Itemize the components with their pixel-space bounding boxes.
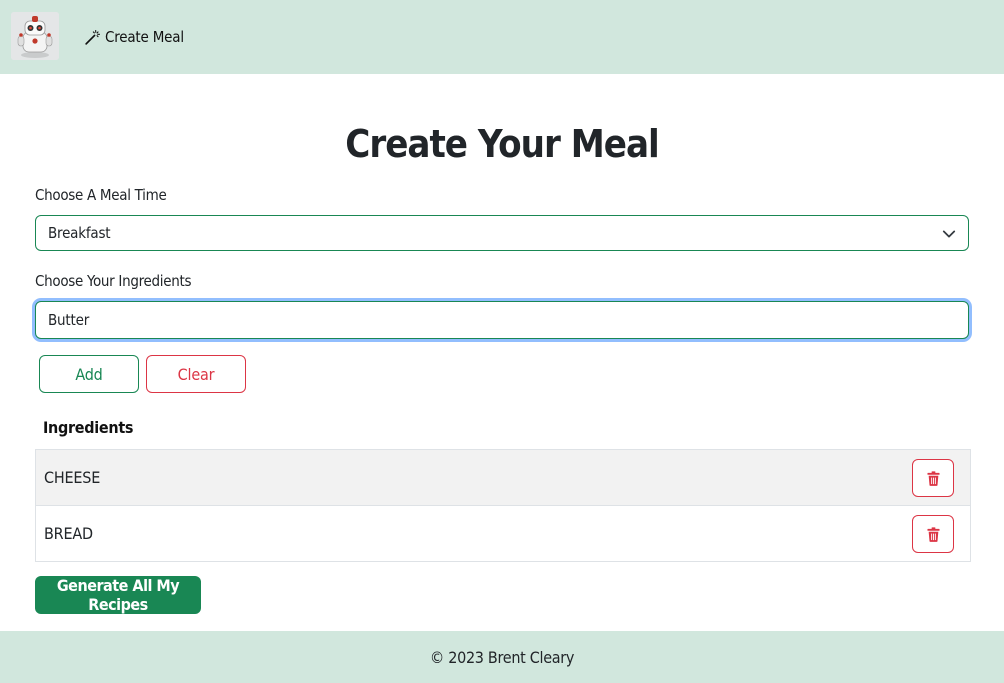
trash-icon — [926, 526, 940, 542]
magic-wand-icon — [85, 29, 100, 45]
nav-link-create-meal[interactable]: Create Meal — [84, 26, 184, 48]
meal-time-select[interactable]: Breakfast — [35, 215, 969, 251]
meal-time-selected-value: Breakfast — [48, 224, 111, 242]
nav-link-label: Create Meal — [105, 28, 184, 46]
delete-ingredient-button[interactable] — [912, 515, 954, 553]
meal-time-label: Choose A Meal Time — [35, 186, 167, 204]
footer-copyright: © 2023 Brent Cleary — [429, 647, 575, 667]
ingredient-name: BREAD — [44, 524, 93, 543]
footer: © 2023 Brent Cleary — [0, 631, 1004, 683]
add-button[interactable]: Add — [39, 355, 139, 393]
ingredient-input[interactable] — [35, 301, 969, 339]
robot-icon[interactable] — [11, 12, 59, 60]
ingredients-label: Choose Your Ingredients — [35, 272, 192, 290]
chevron-down-icon — [942, 230, 956, 238]
ingredient-name: CHEESE — [44, 468, 101, 487]
ingredients-list-title: Ingredients — [43, 418, 134, 437]
list-item: CHEESE — [36, 450, 970, 505]
navbar: Create Meal — [0, 0, 1004, 74]
ingredients-list: CHEESE BREAD — [35, 449, 971, 562]
generate-recipes-button[interactable]: Generate All My Recipes — [35, 576, 201, 614]
trash-icon — [926, 470, 940, 486]
clear-button[interactable]: Clear — [146, 355, 246, 393]
delete-ingredient-button[interactable] — [912, 459, 954, 497]
list-item: BREAD — [36, 505, 970, 561]
page-title: Create Your Meal — [345, 122, 660, 166]
